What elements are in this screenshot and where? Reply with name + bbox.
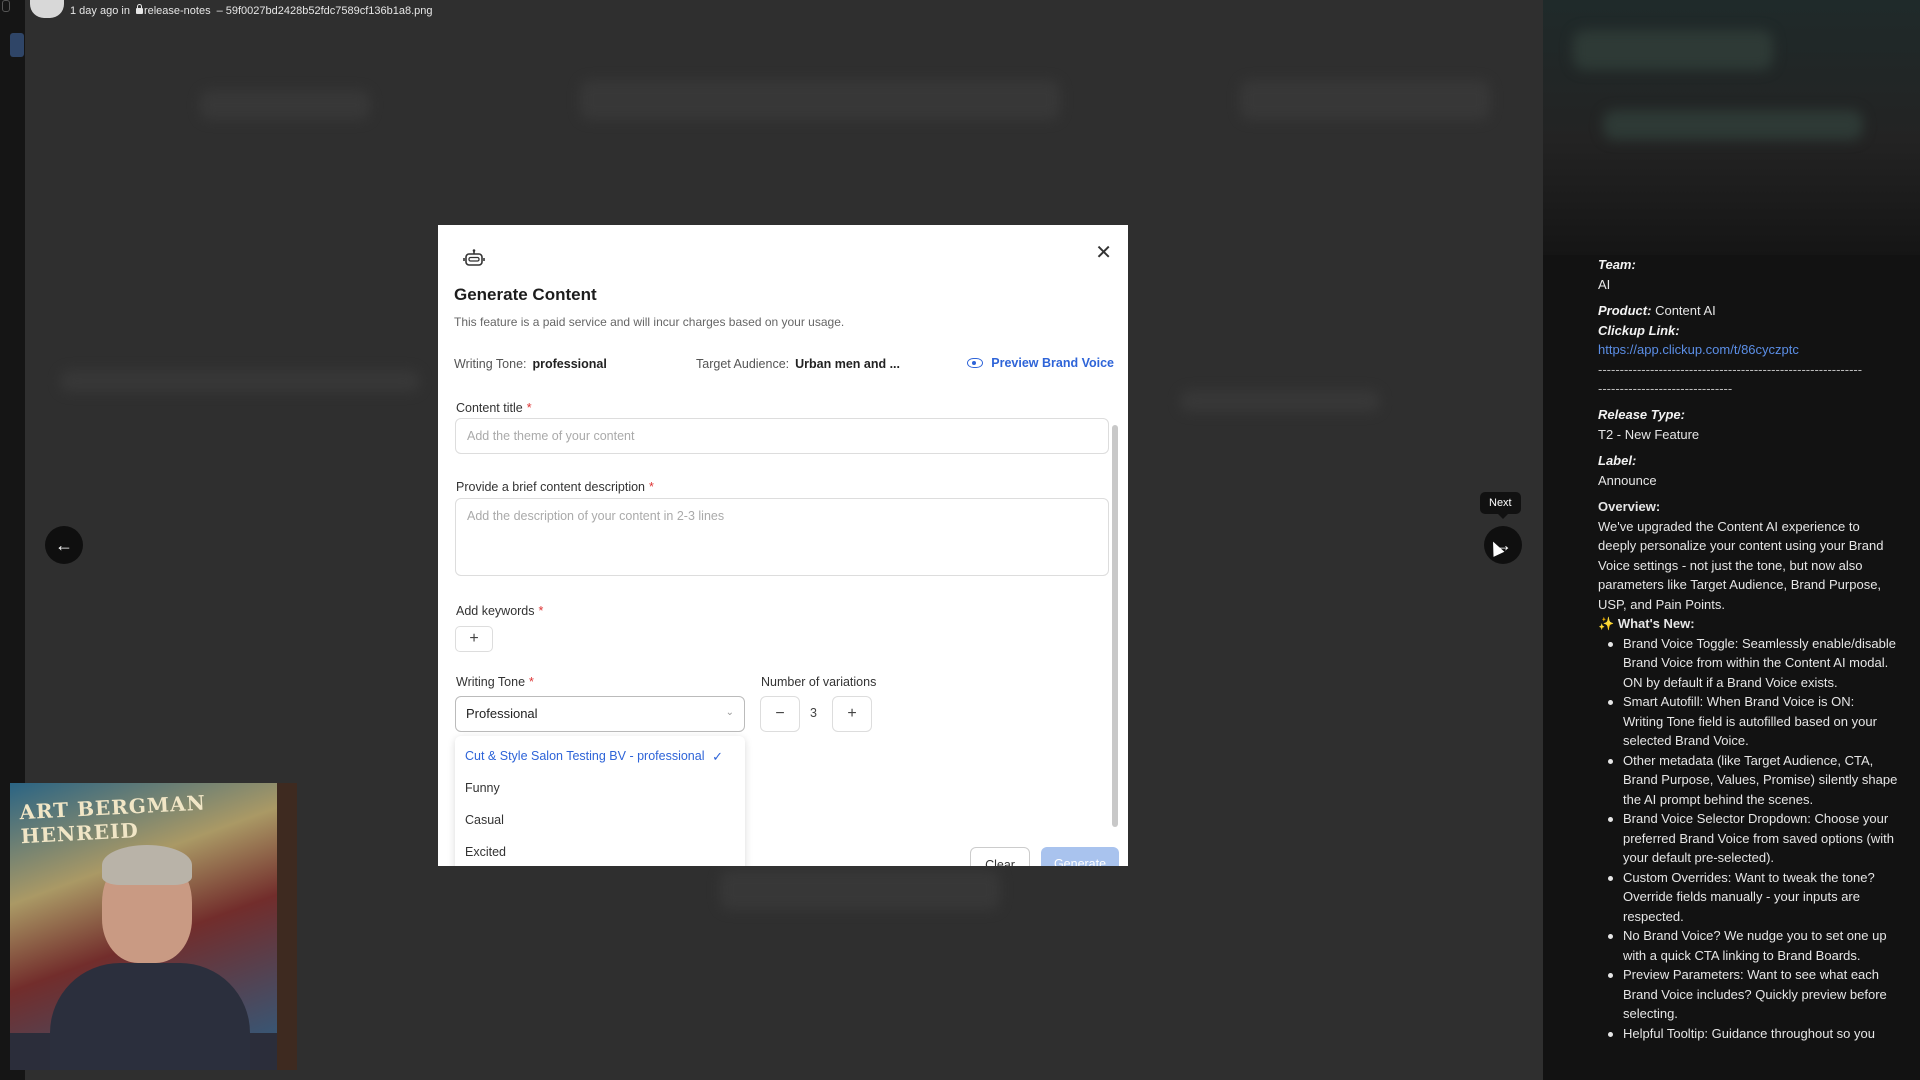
background-blur [60,370,420,392]
release-notes-panel: Team: AI Product: Content AI Clickup Lin… [1543,0,1920,1080]
next-tooltip: Next [1480,492,1521,519]
presenter-hair [102,845,192,885]
minus-icon: − [775,705,785,722]
clickup-label: Clickup Link: [1598,322,1680,338]
list-item: Brand Voice Toggle: Seamlessly enable/di… [1598,634,1898,693]
preview-brand-voice-link[interactable]: Preview Brand Voice [967,356,1114,370]
modal-subtitle: This feature is a paid service and will … [454,315,845,329]
dropdown-option[interactable]: Excited [465,845,506,859]
variations-decrement-button[interactable]: − [760,696,800,732]
background-blur [1180,390,1380,412]
message-header: 1 day ago in release-notes – 59f0027bd24… [30,0,433,22]
poster-frame [277,783,297,1070]
background-blur [720,870,1000,910]
release-note-body: Team: AI Product: Content AI Clickup Lin… [1598,255,1898,1043]
writing-tone-select[interactable]: Professional ⌄ [455,696,745,732]
list-item: Helpful Tooltip: Guidance throughout so … [1598,1024,1898,1044]
variations-count: 3 [810,706,817,720]
background-blur [1240,80,1490,120]
team-label: Team: [1598,257,1636,272]
panel-header-blur [1543,0,1920,255]
writing-tone-value: professional [532,357,607,371]
chevron-down-icon: ⌄ [725,707,734,718]
modal-title: Generate Content [454,285,597,304]
arrow-left-icon: ← [55,534,73,555]
dropdown-option[interactable]: Cut & Style Salon Testing BV - professio… [465,749,735,764]
target-audience-value: Urban men and ... [795,357,901,371]
workspace-icon[interactable] [10,33,24,57]
previous-button[interactable]: ← [45,526,83,564]
product-row: Product: Content AI [1598,303,1716,318]
plus-icon: + [847,705,857,722]
writing-tone-label: Writing Tone * [456,675,534,689]
presenter-body [50,963,250,1070]
description-label: Provide a brief content description * [456,480,654,494]
robot-icon [460,245,488,273]
target-audience-summary: Target Audience: Urban men and ... [696,357,901,371]
label-value: Announce [1598,472,1657,488]
content-title-label: Content title * [456,401,532,415]
filename: – 59f0027bd2428b52fdc7589cf136b1a8.png [216,5,433,17]
list-item: Other metadata (like Target Audience, CT… [1598,751,1898,810]
plus-icon: + [469,630,479,647]
overview-text: We've upgraded the Content AI experience… [1598,518,1884,612]
content-form: Content title * Add the theme of your con… [438,393,1128,866]
close-button[interactable]: ✕ [1095,243,1112,263]
form-scrollbar[interactable] [1112,425,1118,827]
check-icon: ✓ [712,749,723,764]
list-item: Brand Voice Selector Dropdown: Choose yo… [1598,809,1898,868]
background-blur [200,90,370,120]
list-item: Custom Overrides: Want to tweak the tone… [1598,868,1898,927]
list-item: Smart Autofill: When Brand Voice is ON: … [1598,692,1898,751]
channel-link[interactable]: release-notes [135,4,211,17]
avatar[interactable] [30,0,64,18]
app-icon[interactable] [2,0,10,12]
divider: ----------------------------------------… [1598,361,1863,377]
sparkles-icon: ✨ [1598,616,1615,631]
divider: ------------------------------- [1598,380,1733,396]
list-item: Preview Parameters: Want to see what eac… [1598,965,1898,1024]
clear-button[interactable]: Clear [970,847,1030,866]
close-icon: ✕ [1095,242,1112,264]
writing-tone-dropdown: Cut & Style Salon Testing BV - professio… [455,736,745,866]
description-textarea[interactable]: Add the description of your content in 2… [455,498,1109,576]
generate-content-modal: ✕ Generate Content This feature is a pai… [438,225,1128,866]
keywords-label: Add keywords * [456,604,544,618]
writing-tone-summary: Writing Tone: professional [454,357,607,371]
eye-icon [967,358,984,368]
clickup-link[interactable]: https://app.clickup.com/t/86cyczptc [1598,340,1898,360]
list-item: No Brand Voice? We nudge you to set one … [1598,926,1898,965]
dropdown-option[interactable]: Funny [465,781,500,795]
whats-new-heading: ✨ What's New: [1598,616,1695,631]
image-viewer: 1 day ago in release-notes – 59f0027bd24… [0,0,1543,1080]
timestamp: 1 day ago in [70,5,130,17]
overview-label: Overview: [1598,499,1661,514]
webcam-overlay: ART BERGMAN HENREID [10,783,297,1070]
add-keyword-button[interactable]: + [455,626,493,652]
release-type-label: Release Type: [1598,407,1685,422]
dropdown-option[interactable]: Casual [465,813,504,827]
background-blur [580,80,1060,120]
lock-icon [135,4,143,14]
release-type-value: T2 - New Feature [1598,426,1700,442]
whats-new-list: Brand Voice Toggle: Seamlessly enable/di… [1598,634,1898,1044]
generate-button[interactable]: Generate [1041,847,1119,866]
content-title-input[interactable]: Add the theme of your content [455,418,1109,454]
variations-increment-button[interactable]: + [832,696,872,732]
team-value: AI [1598,276,1611,292]
variations-label: Number of variations [761,675,877,689]
label-label: Label: [1598,453,1637,468]
